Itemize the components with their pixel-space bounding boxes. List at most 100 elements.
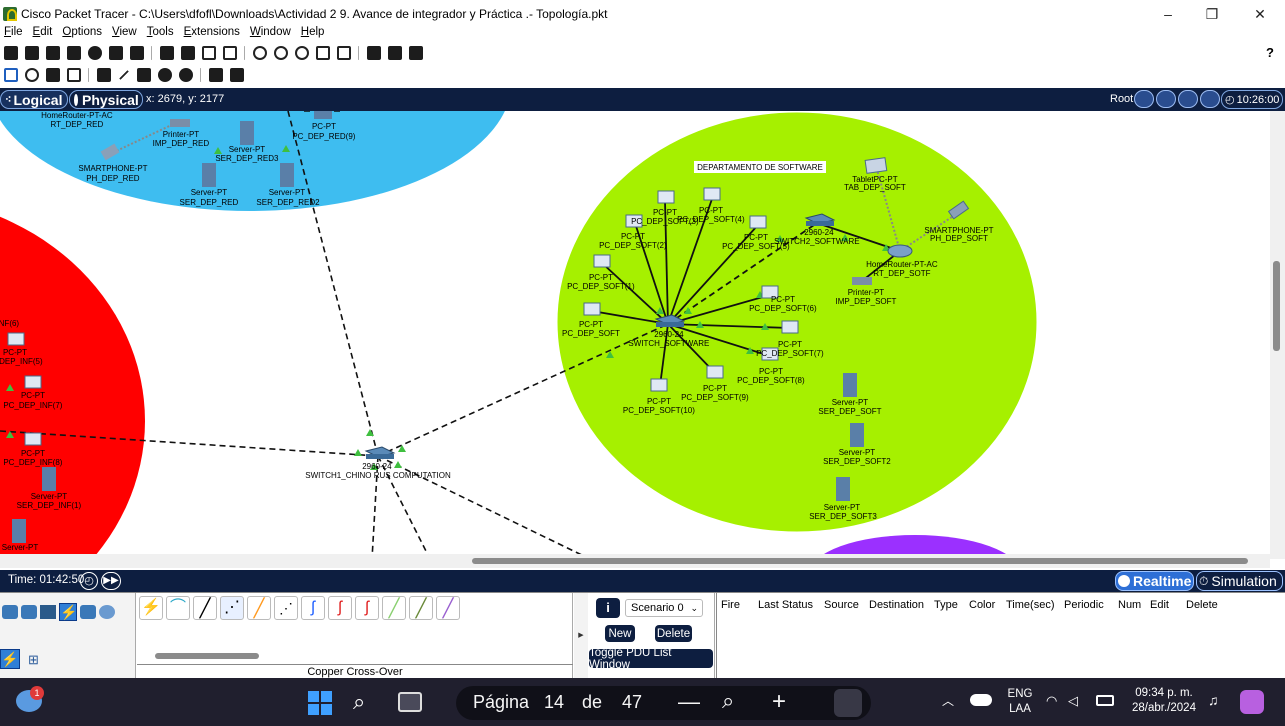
iot-custom-cable-icon[interactable]: ╱ [409, 596, 433, 620]
phone-cable-icon[interactable]: ⋰ [274, 596, 298, 620]
zoom-out-icon[interactable] [295, 46, 309, 60]
inspect-tool-icon[interactable] [25, 68, 39, 82]
serial-dce-icon[interactable]: ʃ [328, 596, 352, 620]
col-periodic[interactable]: Periodic [1064, 599, 1118, 611]
console-cable-icon[interactable]: ⌒ [166, 596, 190, 620]
activity-wizard-icon[interactable] [109, 46, 123, 60]
usb-cable-icon[interactable]: ╱ [436, 596, 460, 620]
toggle-pdu-list-button[interactable]: Toggle PDU List Window [589, 647, 713, 671]
zoom-reset-icon[interactable] [274, 46, 288, 60]
start-button[interactable] [308, 691, 332, 715]
info-icon[interactable]: i [596, 598, 620, 618]
network-info-icon[interactable] [130, 46, 144, 60]
copper-cross-over-icon[interactable]: ⋰ [220, 596, 244, 620]
menu-options[interactable]: Options [58, 26, 108, 42]
col-edit[interactable]: Edit [1150, 599, 1186, 611]
select-tool-icon[interactable] [4, 68, 18, 82]
menu-window[interactable]: Window [246, 26, 297, 42]
print-icon[interactable] [67, 46, 81, 60]
task-view-icon[interactable] [398, 692, 422, 712]
delete-scenario-button[interactable]: Delete [655, 625, 692, 642]
grid-subcategory-icon[interactable]: ⊞ [28, 652, 39, 668]
volume-icon[interactable]: ◁ [1068, 693, 1078, 708]
col-last-status[interactable]: Last Status [758, 599, 824, 611]
onedrive-icon[interactable] [970, 694, 992, 706]
add-complex-pdu-icon[interactable] [230, 68, 244, 82]
copper-straight-icon[interactable]: ╱ [193, 596, 217, 620]
freeform-tool-icon[interactable] [179, 68, 193, 82]
tab-physical[interactable]: Physical [69, 90, 143, 109]
menu-tools[interactable]: Tools [143, 26, 180, 42]
power-cycle-icon[interactable]: ◴ [80, 572, 98, 590]
fiber-icon[interactable]: ╱ [247, 596, 271, 620]
panel-collapse-arrow[interactable]: ▶ [574, 593, 588, 679]
undo-icon[interactable] [202, 46, 216, 60]
zoom-in-icon[interactable]: + [772, 688, 786, 716]
auto-connection-icon[interactable]: ⚡ [139, 596, 163, 620]
col-color[interactable]: Color [969, 599, 1006, 611]
page-number[interactable]: 14 [544, 692, 564, 713]
show-hidden-icons[interactable]: ︿ [942, 694, 954, 709]
tab-logical[interactable]: ⁖ Logical [0, 90, 68, 109]
rectangle-tool-icon[interactable] [137, 68, 151, 82]
col-source[interactable]: Source [824, 599, 869, 611]
back-icon[interactable] [1134, 90, 1154, 108]
vertical-scroll-thumb[interactable] [1273, 261, 1280, 351]
search-icon[interactable]: ⌕ [353, 691, 365, 713]
connections-category-icon[interactable]: ⚡ [59, 603, 77, 621]
zoom-search-icon[interactable]: ⌕ [722, 688, 734, 714]
close-button[interactable]: ✕ [1237, 0, 1283, 28]
custom-devices-icon[interactable] [337, 46, 351, 60]
note-tool-icon[interactable] [97, 68, 111, 82]
zoom-in-icon[interactable] [253, 46, 267, 60]
end-devices-icon[interactable] [21, 605, 37, 619]
coaxial-icon[interactable]: ʃ [301, 596, 325, 620]
simulation-mode-button[interactable]: ⏱ Simulation [1196, 571, 1283, 591]
drawing-palette-icon[interactable] [316, 46, 330, 60]
maximize-button[interactable]: ❐ [1189, 0, 1235, 28]
logical-workspace[interactable]: HomeRouter-PT-AC RT_DEP_RED Printer-PT I… [0, 111, 1270, 559]
core-switch[interactable]: 2960-24 SWITCH1_CHINO RUS COMPUTATION [305, 446, 451, 480]
horizontal-scrollbar[interactable] [0, 554, 1270, 568]
menu-file[interactable]: File [0, 26, 29, 42]
taskbar-clock[interactable]: 09:34 p. m. 28/abr./2024 [1124, 686, 1204, 716]
copy-icon[interactable] [160, 46, 174, 60]
paste-icon[interactable] [181, 46, 195, 60]
serial-dte-icon[interactable]: ʃ [355, 596, 379, 620]
components-icon[interactable] [40, 605, 56, 619]
multiuser-icon[interactable] [99, 605, 115, 619]
network-devices-icon[interactable] [2, 605, 18, 619]
line-tool-icon[interactable] [119, 70, 129, 80]
col-time[interactable]: Time(sec) [1006, 599, 1064, 611]
delete-tool-icon[interactable] [46, 68, 60, 82]
packet-tracer-taskbar-icon[interactable] [834, 689, 862, 717]
menu-edit[interactable]: Edit [29, 26, 59, 42]
new-cluster-icon[interactable] [1156, 90, 1176, 108]
viewport-icon[interactable] [367, 46, 381, 60]
add-simple-pdu-icon[interactable] [209, 68, 223, 82]
info-icon[interactable] [88, 46, 102, 60]
connections-scroll-thumb[interactable] [155, 653, 259, 659]
resize-tool-icon[interactable] [67, 68, 81, 82]
ellipse-tool-icon[interactable] [158, 68, 172, 82]
picture-icon[interactable] [409, 46, 423, 60]
new-file-icon[interactable] [4, 46, 18, 60]
menu-view[interactable]: View [108, 26, 143, 42]
bell-icon[interactable]: ♫ [1208, 693, 1219, 708]
col-num[interactable]: Num [1118, 599, 1150, 611]
input-language[interactable]: ENG LAA [1006, 687, 1034, 717]
realtime-mode-button[interactable]: Realtime [1115, 571, 1194, 591]
col-delete[interactable]: Delete [1186, 599, 1226, 611]
scenario-select[interactable]: Scenario 0 ⌄ [625, 599, 703, 617]
redo-icon[interactable] [223, 46, 237, 60]
menu-help[interactable]: Help [297, 26, 331, 42]
cluster-icon[interactable] [388, 46, 402, 60]
move-object-icon[interactable] [1178, 90, 1198, 108]
menu-extensions[interactable]: Extensions [180, 26, 246, 42]
col-fire[interactable]: Fire [721, 599, 758, 611]
zoom-out-icon[interactable]: — [678, 689, 700, 715]
vertical-scrollbar[interactable] [1270, 111, 1285, 559]
set-background-icon[interactable] [1200, 90, 1220, 108]
col-type[interactable]: Type [934, 599, 969, 611]
horizontal-scroll-thumb[interactable] [472, 558, 1248, 564]
